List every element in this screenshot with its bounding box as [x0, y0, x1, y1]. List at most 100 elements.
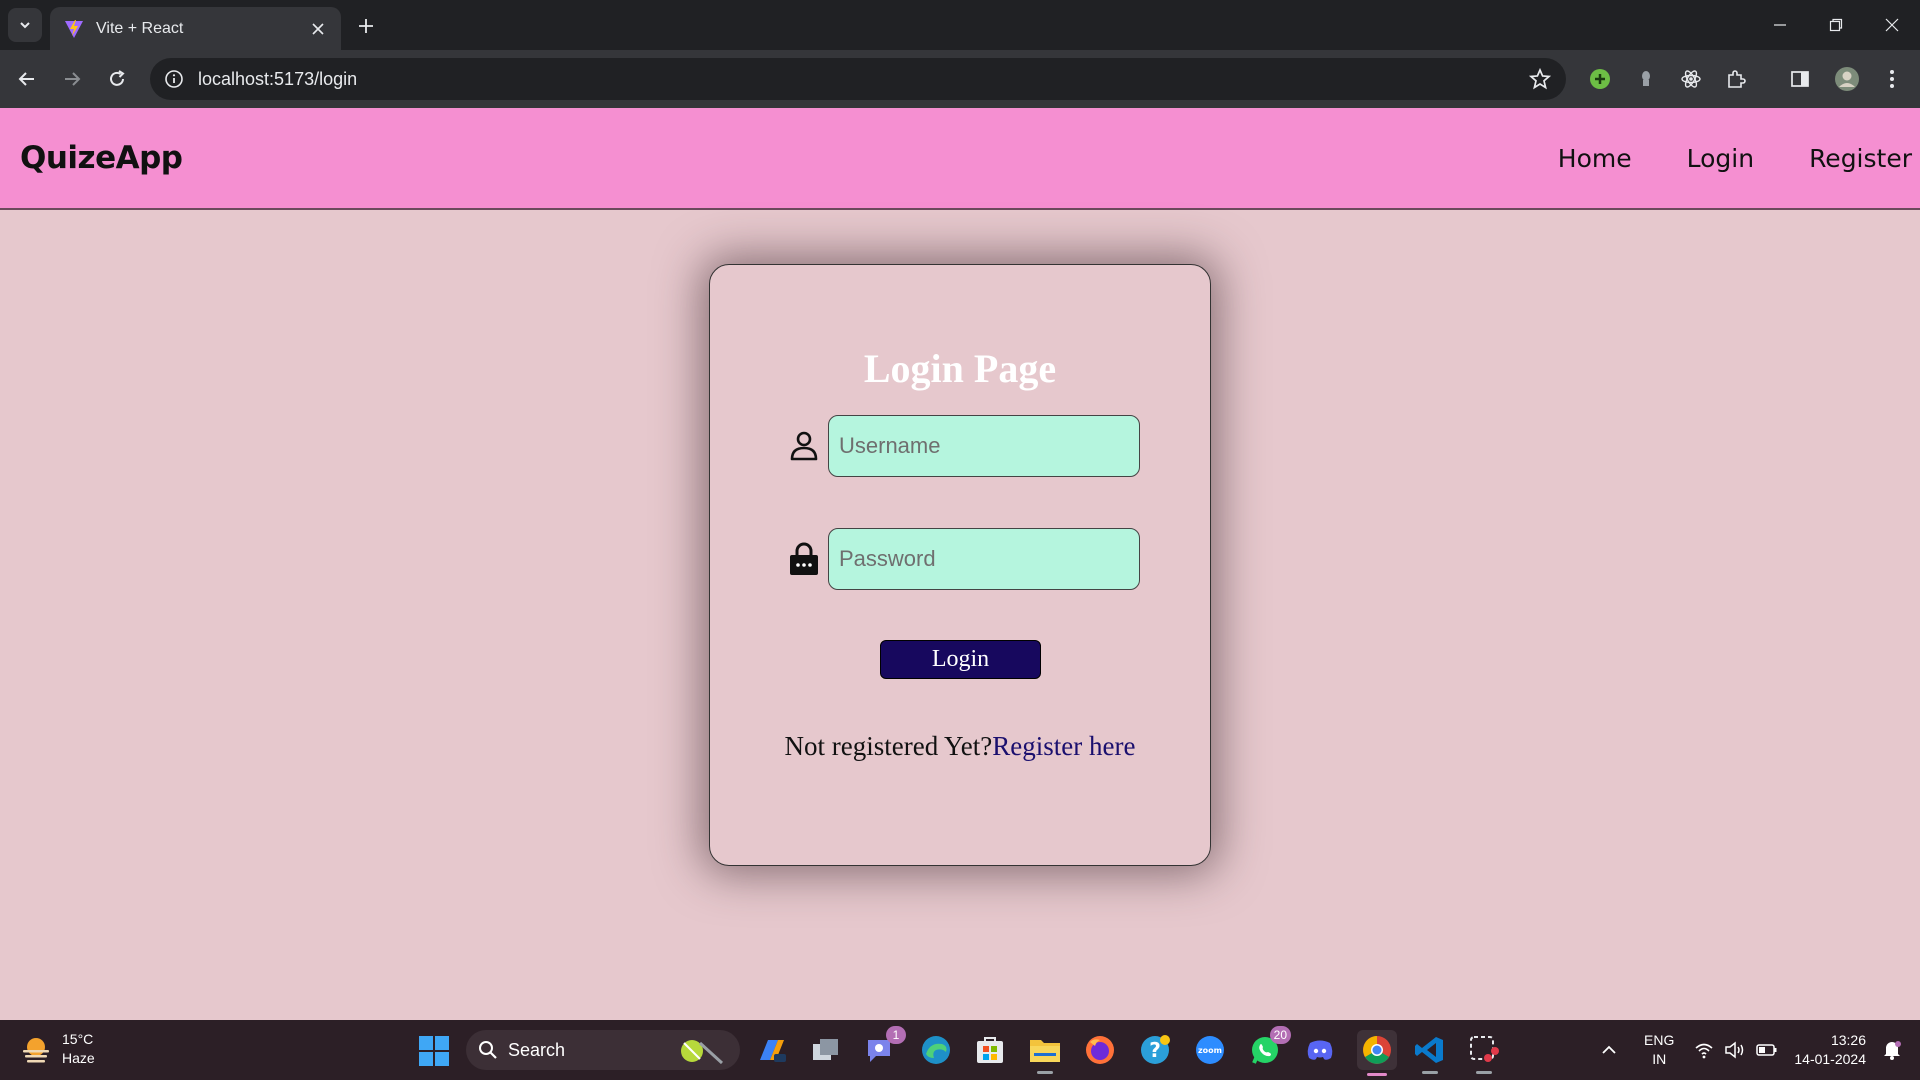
- reload-icon: [110, 70, 125, 86]
- show-hidden-icons[interactable]: [1594, 1045, 1624, 1055]
- reload-button[interactable]: [100, 62, 134, 96]
- nav-link-login[interactable]: Login: [1687, 144, 1754, 173]
- notifications-button[interactable]: [1880, 1040, 1904, 1060]
- start-button[interactable]: [418, 1035, 450, 1067]
- url-input[interactable]: [198, 68, 1528, 90]
- weather-temp: 15°C: [62, 1031, 94, 1047]
- login-card: Login Page Login Not registered Yet?Regi…: [709, 264, 1211, 866]
- tab-title: Vite + React: [96, 19, 184, 37]
- password-input[interactable]: [828, 528, 1140, 590]
- clock-time: 13:26: [1830, 1032, 1866, 1048]
- language-indicator[interactable]: ENG IN: [1644, 1031, 1674, 1069]
- side-panel-icon[interactable]: [1786, 65, 1814, 93]
- close-icon: [1885, 18, 1899, 32]
- profile-avatar[interactable]: [1833, 65, 1861, 93]
- back-button[interactable]: [10, 62, 44, 96]
- register-prompt-text: Not registered Yet?: [784, 731, 993, 761]
- register-link[interactable]: Register here: [992, 731, 1135, 761]
- browser-menu-icon[interactable]: [1878, 65, 1906, 93]
- wifi-icon: [1695, 1043, 1713, 1059]
- task-view-icon[interactable]: [808, 1032, 844, 1068]
- extension-lamp-icon[interactable]: [1632, 65, 1660, 93]
- search-label: Search: [508, 1039, 566, 1060]
- discord-icon[interactable]: [1302, 1032, 1338, 1068]
- chevron-up-icon: [1602, 1045, 1616, 1054]
- extensions-puzzle-icon[interactable]: [1722, 65, 1750, 93]
- lang-top: ENG: [1644, 1032, 1675, 1048]
- volume-icon: [1725, 1041, 1744, 1059]
- windows-logo-icon: [419, 1036, 449, 1066]
- address-bar[interactable]: [150, 58, 1566, 100]
- chrome-icon[interactable]: [1357, 1030, 1397, 1076]
- system-tray: ENG IN 13:26 14-01-2024: [1594, 1020, 1920, 1080]
- microsoft-store-icon[interactable]: [972, 1032, 1008, 1068]
- password-row: [786, 528, 1146, 590]
- file-explorer-icon[interactable]: [1027, 1032, 1063, 1074]
- minimize-icon: [1774, 24, 1786, 26]
- teams-chat-icon[interactable]: 1: [862, 1026, 906, 1068]
- login-button[interactable]: Login: [880, 640, 1041, 679]
- active-indicator: [1037, 1071, 1053, 1074]
- close-window-button[interactable]: [1864, 0, 1920, 50]
- forward-button[interactable]: [55, 62, 89, 96]
- new-tab-button[interactable]: [352, 12, 380, 40]
- browser-tab-active[interactable]: Vite + React: [50, 7, 341, 50]
- register-prompt: Not registered Yet?Register here: [710, 731, 1210, 762]
- whatsapp-icon[interactable]: 20: [1247, 1026, 1291, 1068]
- copilot-app-icon[interactable]: [754, 1032, 790, 1068]
- vscode-icon[interactable]: [1412, 1032, 1448, 1074]
- chevron-down-icon: [20, 22, 30, 29]
- zoom-app-icon[interactable]: zoom: [1192, 1032, 1228, 1068]
- battery-icon: [1756, 1044, 1777, 1056]
- minimize-button[interactable]: [1752, 0, 1808, 50]
- quick-settings[interactable]: [1694, 1041, 1778, 1059]
- nav-links: Home Login Register: [1503, 144, 1912, 173]
- arrow-left-icon: [18, 72, 34, 86]
- whatsapp-badge: 20: [1269, 1026, 1291, 1044]
- help-app-icon[interactable]: ?: [1137, 1032, 1173, 1068]
- restore-button[interactable]: [1808, 0, 1864, 50]
- lock-icon: [786, 541, 822, 577]
- search-highlight-icon: [681, 1040, 724, 1065]
- teams-badge: 1: [886, 1026, 906, 1044]
- snipping-tool-icon[interactable]: [1466, 1032, 1502, 1074]
- weather-desc: Haze: [62, 1050, 95, 1066]
- haze-sun-icon: [23, 1038, 49, 1063]
- vite-logo-icon: [65, 19, 83, 38]
- extension-green-icon[interactable]: [1586, 65, 1614, 93]
- active-indicator: [1422, 1071, 1438, 1074]
- active-indicator: [1476, 1071, 1492, 1074]
- plus-icon: [359, 19, 373, 33]
- active-indicator: [1367, 1073, 1387, 1076]
- page-title: Login Page: [863, 346, 1057, 391]
- tab-search-button[interactable]: [8, 8, 42, 42]
- app-navbar: QuizeApp Home Login Register: [0, 108, 1920, 210]
- window-controls: [1752, 0, 1920, 50]
- svg-text:?: ?: [1149, 1038, 1161, 1062]
- nav-link-register[interactable]: Register: [1809, 144, 1912, 173]
- windows-taskbar: 15°C Haze Search 1 ? zoom 20 ENG IN 13:2…: [0, 1020, 1920, 1080]
- taskbar-search[interactable]: Search: [466, 1030, 740, 1070]
- clock-date: 14-01-2024: [1794, 1051, 1866, 1067]
- brand-logo[interactable]: QuizeApp: [20, 140, 183, 176]
- edge-browser-icon[interactable]: [918, 1032, 954, 1068]
- nav-link-home[interactable]: Home: [1558, 144, 1632, 173]
- restore-icon: [1829, 18, 1843, 32]
- svg-text:zoom: zoom: [1198, 1046, 1222, 1055]
- weather-widget[interactable]: 15°C Haze: [20, 1030, 95, 1068]
- lang-bottom: IN: [1652, 1051, 1667, 1067]
- clock[interactable]: 13:26 14-01-2024: [1794, 1031, 1866, 1069]
- arrow-right-icon: [65, 72, 81, 86]
- username-input[interactable]: [828, 415, 1140, 477]
- username-row: [786, 415, 1146, 477]
- site-info-icon[interactable]: [164, 69, 184, 89]
- tab-close-icon[interactable]: [307, 18, 329, 40]
- firefox-icon[interactable]: [1082, 1032, 1118, 1068]
- browser-toolbar: [0, 50, 1920, 108]
- search-icon: [479, 1041, 497, 1059]
- bookmark-star-icon[interactable]: [1528, 67, 1552, 91]
- react-devtools-icon[interactable]: [1677, 65, 1705, 93]
- bell-icon: [1884, 1041, 1901, 1060]
- browser-tabstrip: Vite + React: [0, 0, 1920, 50]
- user-icon: [786, 428, 822, 464]
